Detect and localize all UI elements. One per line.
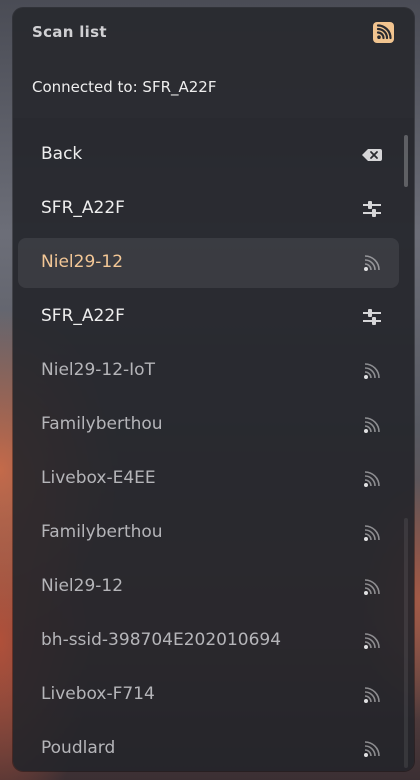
rss-icon[interactable] — [373, 22, 394, 43]
list-item[interactable]: SFR_A22F — [18, 184, 399, 234]
list-item-label: Poudlard — [41, 738, 116, 758]
scrollbar-thumb[interactable] — [404, 135, 408, 187]
wifi-signal-icon — [364, 255, 380, 271]
list-item[interactable]: Familyberthou — [18, 508, 399, 558]
list-item-label: Niel29-12-IoT — [41, 360, 155, 380]
settings-sliders-icon[interactable] — [361, 198, 383, 220]
list-item-label: SFR_A22F — [41, 306, 125, 326]
list-item-label: Livebox-E4EE — [41, 468, 156, 488]
panel-header: Scan list Connected to: SFR_A22F — [13, 8, 414, 118]
connected-status: Connected to: SFR_A22F — [32, 78, 217, 96]
wifi-signal-icon — [364, 633, 380, 649]
wifi-signal-icon — [364, 741, 380, 757]
wifi-signal-icon — [364, 417, 380, 433]
list-item[interactable]: Familyberthou — [18, 400, 399, 450]
wifi-signal-icon — [364, 687, 380, 703]
list-item[interactable]: bh-ssid-398704E202010694 — [18, 616, 399, 666]
backspace-icon — [362, 149, 382, 161]
list-item-label: SFR_A22F — [41, 198, 125, 218]
list-item[interactable]: Poudlard — [18, 724, 399, 771]
list-item-label: Niel29-12 — [41, 252, 124, 272]
list-item[interactable]: SFR_A22F — [18, 292, 399, 342]
list-item[interactable]: Niel29-12 — [18, 562, 399, 612]
network-list: Back SFR_A22F Niel29-12 SFR_A22F Niel29-… — [13, 118, 414, 771]
list-item-label: Niel29-12 — [41, 576, 124, 596]
list-item[interactable]: Niel29-12-IoT — [18, 346, 399, 396]
list-item-active[interactable]: Niel29-12 — [18, 238, 399, 288]
panel-title: Scan list — [32, 23, 107, 41]
list-item[interactable]: Livebox-F714 — [18, 670, 399, 720]
scan-list-panel: Scan list Connected to: SFR_A22F Back SF… — [13, 8, 414, 771]
list-item-label: Back — [41, 144, 83, 164]
wifi-signal-icon — [364, 471, 380, 487]
list-item[interactable]: Livebox-E4EE — [18, 454, 399, 504]
scrollbar-track[interactable] — [404, 518, 408, 768]
list-item-label: bh-ssid-398704E202010694 — [41, 630, 282, 650]
list-item-label: Familyberthou — [41, 522, 163, 542]
list-item-label: Livebox-F714 — [41, 684, 155, 704]
wifi-signal-icon — [364, 579, 380, 595]
wifi-signal-icon — [364, 525, 380, 541]
wifi-signal-icon — [364, 363, 380, 379]
back-button[interactable]: Back — [18, 130, 399, 180]
list-item-label: Familyberthou — [41, 414, 163, 434]
settings-sliders-icon[interactable] — [361, 306, 383, 328]
